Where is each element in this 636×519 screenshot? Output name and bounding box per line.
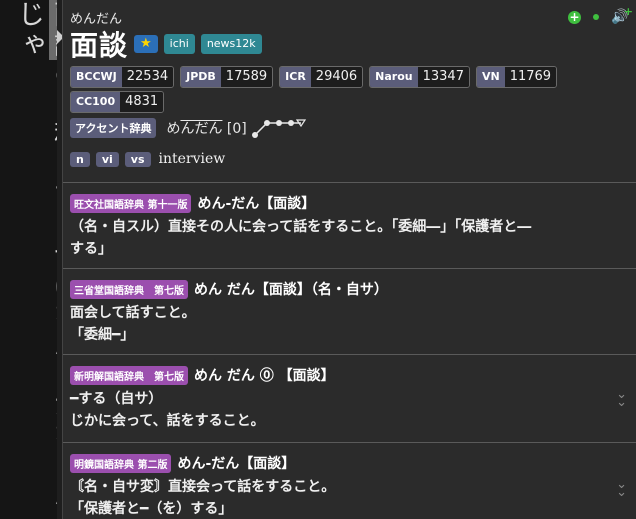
- frequency-list-row2: CC100 4831: [70, 91, 165, 113]
- pitch-graph-icon: [251, 119, 306, 138]
- expand-chevron-icon[interactable]: ⌄ ⌄: [616, 478, 627, 499]
- pos-tag-vi: vi: [95, 151, 119, 167]
- dictionary-entry: 旺文社国語辞典 第十一版 めん‐だん【面談】 （名・自スル）直接その人に会って話を…: [63, 182, 636, 269]
- dictionary-tag: 新明解国語辞典 第七版: [70, 365, 188, 385]
- pos-tag-vs: vs: [124, 151, 151, 167]
- tag-news12k: news12k: [200, 34, 262, 54]
- accent-dict-tag: アクセント辞典: [70, 118, 157, 138]
- frequency-jpdb: JPDB 17589: [180, 66, 274, 88]
- term-expression[interactable]: 面談: [70, 24, 128, 64]
- entry-heading: めん だん ⓪ 【面談】: [194, 368, 335, 384]
- entry-line: 「委細━」: [70, 327, 135, 343]
- part-of-speech-row: n vi vs interview: [70, 151, 225, 167]
- add-note-icon[interactable]: +: [568, 10, 581, 24]
- dictionary-popup: めんだん 面談 ★ ichi news12k + 🔊 + BCCWJ 22534 J…: [62, 0, 636, 519]
- frequency-icr: ICR 29406: [279, 66, 364, 88]
- frequency-list: BCCWJ 22534 JPDB 17589 ICR 29406 Narou 13347…: [70, 66, 558, 88]
- source-sentence: 面談の日程をずらせばなんとかなるんじゃ: [10, 0, 57, 519]
- frequency-cc100: CC100 4831: [70, 91, 165, 113]
- entry-heading: めん‐だん【面談】: [197, 196, 316, 212]
- english-gloss: interview: [158, 151, 226, 167]
- entry-actions: + 🔊 +: [568, 5, 633, 24]
- selected-term[interactable]: 面談: [49, 0, 57, 60]
- play-audio-icon[interactable]: 🔊 +: [611, 5, 633, 24]
- dictionary-tag: 三省堂国語辞典 第七版: [70, 279, 188, 299]
- dictionary-tag: 明鏡国語辞典 第二版: [70, 453, 172, 473]
- star-icon: ★: [134, 35, 158, 53]
- frequency-narou: Narou 13347: [369, 66, 470, 88]
- dictionary-entry: 明鏡国語辞典 第二版 めん‐だん【面談】 〘名・自サ変〙直接会って話をすること。 …: [63, 442, 636, 519]
- entry-line: する」: [70, 241, 112, 257]
- entry-heading: めん‐だん【面談】: [177, 456, 296, 472]
- accent-reading: めんだん [0]: [166, 121, 247, 137]
- sentence-rest: の日程をずらせばなんとかなるんじゃ: [13, 0, 57, 510]
- entry-line: ━する（自サ）: [70, 391, 163, 407]
- term-header: めんだん 面談 ★ ichi news12k + 🔊 + BCCWJ 22534 J…: [63, 0, 636, 182]
- source-text-panel: 面談の日程をずらせばなんとかなるんじゃ: [0, 0, 57, 519]
- dictionary-entry: 三省堂国語辞典 第七版 めん だん【面談】（名・自サ） 面会して話すこと。 「委細…: [63, 268, 636, 355]
- entry-line: 〘名・自サ変〙直接会って話をすること。: [70, 479, 336, 495]
- entry-line: （名・自スル）直接その人に会って話をすること。「委細―」「保護者と―: [70, 219, 532, 235]
- frequency-bccwj: BCCWJ 22534: [70, 66, 175, 88]
- expand-chevron-icon[interactable]: ⌄ ⌄: [616, 388, 627, 409]
- frequency-vn: VN 11769: [475, 66, 558, 88]
- entry-line: 「保護者と━（を）する」: [70, 501, 233, 517]
- status-dot-icon: [593, 14, 599, 20]
- entry-heading: めん だん【面談】（名・自サ）: [194, 282, 388, 298]
- dictionary-entry: 新明解国語辞典 第七版 めん だん ⓪ 【面談】 ━する（自サ） じかに会って、話…: [63, 354, 636, 443]
- tag-ichi: ichi: [163, 34, 195, 54]
- dictionary-tag: 旺文社国語辞典 第十一版: [70, 193, 192, 213]
- pitch-accent-row: アクセント辞典 めんだん [0]: [70, 116, 309, 140]
- entry-line: じかに会って、話をすること。: [70, 413, 265, 429]
- entry-line: 面会して話すこと。: [70, 305, 196, 321]
- pos-tag-n: n: [70, 151, 90, 167]
